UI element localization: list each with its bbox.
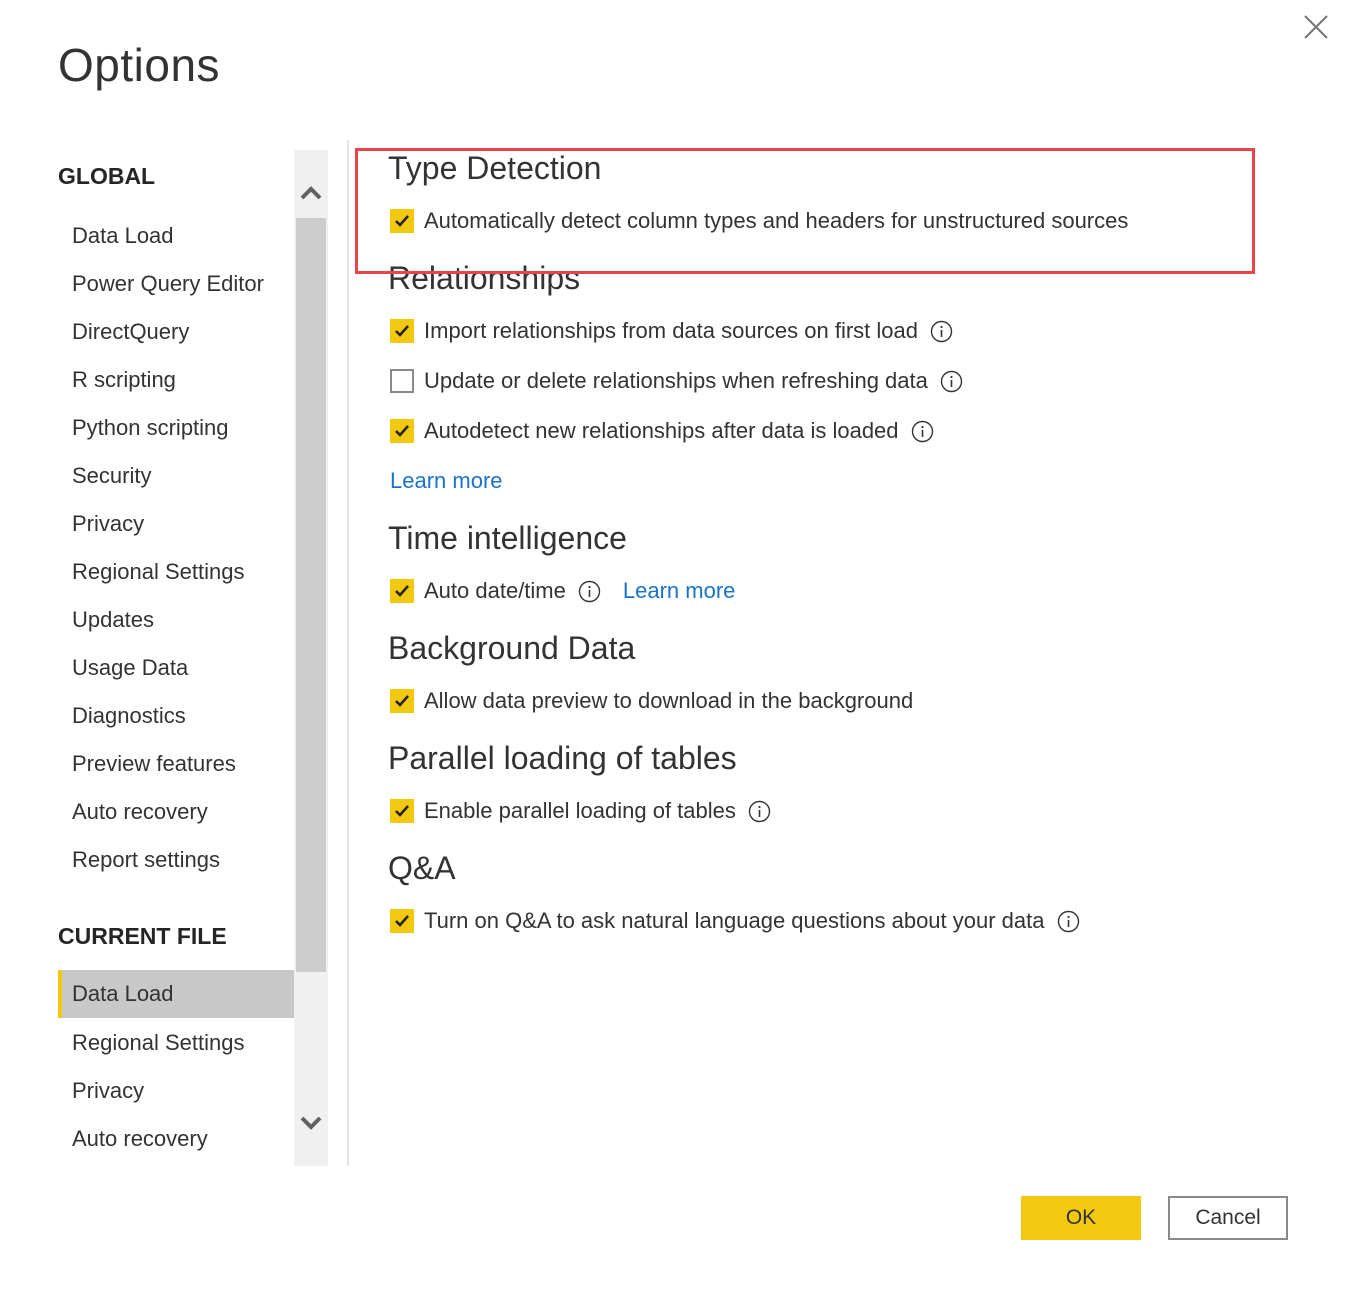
scroll-down-button[interactable] <box>294 1094 328 1154</box>
qna-checkbox[interactable] <box>390 909 414 933</box>
checkmark-icon <box>395 915 409 927</box>
sidebar-item-directquery[interactable]: DirectQuery <box>58 308 294 356</box>
sidebar-item-report-settings[interactable]: Report settings <box>58 836 294 884</box>
scroll-thumb[interactable] <box>296 218 326 972</box>
info-icon[interactable] <box>911 420 934 443</box>
section-header-current-file: CURRENT FILE <box>58 923 227 949</box>
sidebar-item-global-privacy[interactable]: Privacy <box>58 500 294 548</box>
option-qna: Turn on Q&A to ask natural language ques… <box>390 906 1080 936</box>
sidebar-item-file-regional-settings[interactable]: Regional Settings <box>58 1019 294 1067</box>
type-detection-title: Type Detection <box>388 150 602 186</box>
sidebar-item-preview-features[interactable]: Preview features <box>58 740 294 788</box>
checkmark-icon <box>395 585 409 597</box>
option-label: Autodetect new relationships after data … <box>424 418 899 443</box>
info-icon[interactable] <box>748 800 771 823</box>
sidebar-item-r-scripting[interactable]: R scripting <box>58 356 294 404</box>
sidebar-item-security[interactable]: Security <box>58 452 294 500</box>
option-background-data-preview: Allow data preview to download in the ba… <box>390 686 913 716</box>
chevron-up-icon <box>300 186 322 200</box>
auto-detect-types-checkbox[interactable] <box>390 209 414 233</box>
checkmark-icon <box>395 425 409 437</box>
autodetect-relationships-checkbox[interactable] <box>390 419 414 443</box>
sidebar-item-global-data-load[interactable]: Data Load <box>58 212 294 260</box>
sidebar-item-diagnostics[interactable]: Diagnostics <box>58 692 294 740</box>
option-label: Auto date/time <box>424 578 566 603</box>
option-auto-detect-column-types: Automatically detect column types and he… <box>390 206 1128 236</box>
time-intelligence-title: Time intelligence <box>388 520 627 556</box>
option-update-delete-relationships: Update or delete relationships when refr… <box>390 366 963 396</box>
info-icon[interactable] <box>930 320 953 343</box>
relationships-title: Relationships <box>388 260 581 296</box>
checkmark-icon <box>395 325 409 337</box>
panel-divider <box>347 140 349 1166</box>
option-import-relationships: Import relationships from data sources o… <box>390 316 953 346</box>
sidebar-scrollbar[interactable] <box>294 150 328 1166</box>
chevron-down-icon <box>300 1116 322 1130</box>
sidebar-item-global-regional-settings[interactable]: Regional Settings <box>58 548 294 596</box>
option-label: Automatically detect column types and he… <box>424 208 1129 233</box>
info-icon[interactable] <box>1057 910 1080 933</box>
close-button[interactable] <box>1300 12 1332 42</box>
option-label: Import relationships from data sources o… <box>424 318 919 343</box>
sidebar-item-usage-data[interactable]: Usage Data <box>58 644 294 692</box>
parallel-loading-title: Parallel loading of tables <box>388 740 737 776</box>
scroll-up-button[interactable] <box>294 162 328 222</box>
sidebar-nav: GLOBAL Data Load Power Query Editor Dire… <box>58 150 294 1166</box>
auto-date-time-checkbox[interactable] <box>390 579 414 603</box>
qna-title: Q&A <box>388 850 456 886</box>
sidebar-item-updates[interactable]: Updates <box>58 596 294 644</box>
dialog-title: Options <box>58 39 221 91</box>
option-auto-date-time: Auto date/time Learn more <box>390 576 735 606</box>
sidebar-item-power-query-editor[interactable]: Power Query Editor <box>58 260 294 308</box>
info-icon[interactable] <box>940 370 963 393</box>
time-intelligence-learn-more-link[interactable]: Learn more <box>623 578 736 604</box>
section-header-global: GLOBAL <box>58 163 156 189</box>
ok-button[interactable]: OK <box>1021 1196 1141 1240</box>
sidebar-item-file-auto-recovery[interactable]: Auto recovery <box>58 1115 294 1163</box>
sidebar-item-python-scripting[interactable]: Python scripting <box>58 404 294 452</box>
info-icon[interactable] <box>578 580 601 603</box>
sidebar-item-global-auto-recovery[interactable]: Auto recovery <box>58 788 294 836</box>
checkmark-icon <box>395 805 409 817</box>
option-label: Allow data preview to download in the ba… <box>424 688 914 713</box>
update-delete-relationships-checkbox[interactable] <box>390 369 414 393</box>
sidebar-item-file-privacy[interactable]: Privacy <box>58 1067 294 1115</box>
cancel-button[interactable]: Cancel <box>1168 1196 1288 1240</box>
option-label: Turn on Q&A to ask natural language ques… <box>424 908 1045 933</box>
option-label: Update or delete relationships when refr… <box>424 368 928 393</box>
option-label: Enable parallel loading of tables <box>424 798 736 823</box>
close-icon <box>1304 15 1328 39</box>
background-preview-checkbox[interactable] <box>390 689 414 713</box>
sidebar-item-file-data-load[interactable]: Data Load <box>58 970 294 1018</box>
checkmark-icon <box>395 695 409 707</box>
background-data-title: Background Data <box>388 630 636 666</box>
parallel-loading-checkbox[interactable] <box>390 799 414 823</box>
option-autodetect-relationships: Autodetect new relationships after data … <box>390 416 934 446</box>
import-relationships-checkbox[interactable] <box>390 319 414 343</box>
relationships-learn-more-link[interactable]: Learn more <box>390 468 503 494</box>
option-parallel-loading: Enable parallel loading of tables <box>390 796 771 826</box>
checkmark-icon <box>395 215 409 227</box>
